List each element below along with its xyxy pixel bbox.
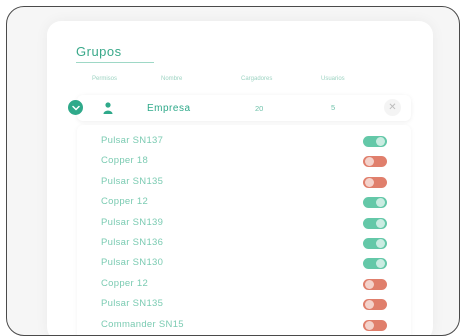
toggle-knob	[365, 177, 374, 187]
chevron-down-icon[interactable]	[68, 100, 83, 115]
column-header-cargadores: Cargadores	[241, 76, 273, 82]
charger-toggle[interactable]	[363, 136, 387, 147]
groups-panel: Grupos Permisos Nombre Cargadores Usuari…	[47, 21, 433, 335]
charger-toggle[interactable]	[363, 217, 387, 229]
toggle-knob	[376, 259, 385, 269]
charger-row: Pulsar SN139	[77, 214, 411, 232]
charger-row: Pulsar SN130	[77, 254, 411, 272]
charger-name: Copper 12	[101, 196, 149, 208]
toggle-knob	[376, 218, 385, 228]
charger-row: Pulsar SN135	[77, 173, 411, 191]
window-frame: Grupos Permisos Nombre Cargadores Usuari…	[6, 6, 460, 336]
charger-toggle[interactable]	[363, 197, 387, 209]
group-name: Empresa	[147, 103, 191, 114]
charger-name: Pulsar SN135	[101, 298, 164, 310]
column-header-permisos: Permisos	[92, 76, 118, 82]
charger-name: Pulsar SN135	[101, 175, 164, 187]
charger-name: Pulsar SN136	[101, 237, 164, 248]
charger-toggle[interactable]	[363, 319, 387, 331]
charger-name: Copper 12	[101, 277, 149, 289]
toggle-knob	[365, 300, 374, 310]
column-header-usuarios: Usuarios	[321, 76, 345, 82]
charger-toggle[interactable]	[363, 278, 387, 290]
charger-row: Commander SN15	[77, 316, 411, 334]
toggle-knob	[365, 320, 374, 330]
group-users-count: 5	[331, 103, 336, 112]
toggle-knob	[376, 137, 385, 146]
close-icon[interactable]: ✕	[384, 99, 401, 116]
charger-row: Pulsar SN135	[77, 295, 411, 313]
charger-row: Copper 12	[77, 193, 411, 211]
toggle-knob	[365, 157, 374, 167]
charger-row: Copper 18	[77, 152, 411, 170]
charger-name: Pulsar SN139	[101, 216, 164, 228]
charger-toggle[interactable]	[363, 238, 387, 249]
toggle-knob	[376, 239, 385, 248]
charger-row: Pulsar SN137	[77, 132, 411, 150]
charger-row: Copper 12	[77, 275, 411, 293]
charger-name: Pulsar SN130	[101, 257, 164, 269]
user-icon	[103, 101, 113, 119]
title-underline	[76, 62, 154, 63]
charger-toggle[interactable]	[363, 258, 387, 270]
charger-name: Pulsar SN137	[101, 135, 164, 146]
charger-list: Pulsar SN137 Copper 18 Pulsar SN135 Copper …	[77, 125, 411, 335]
charger-toggle[interactable]	[363, 299, 387, 311]
toggle-knob	[376, 198, 385, 208]
toggle-knob	[365, 279, 374, 289]
charger-name: Commander SN15	[101, 318, 184, 330]
column-header-nombre: Nombre	[161, 76, 183, 82]
group-row[interactable]: Empresa 20 5 ✕	[68, 95, 411, 121]
charger-toggle[interactable]	[363, 176, 387, 188]
charger-name: Copper 18	[101, 155, 149, 167]
panel-title: Grupos	[76, 44, 122, 59]
charger-toggle[interactable]	[363, 156, 387, 168]
charger-row: Pulsar SN136	[77, 234, 411, 252]
group-chargers-count: 20	[255, 104, 264, 113]
